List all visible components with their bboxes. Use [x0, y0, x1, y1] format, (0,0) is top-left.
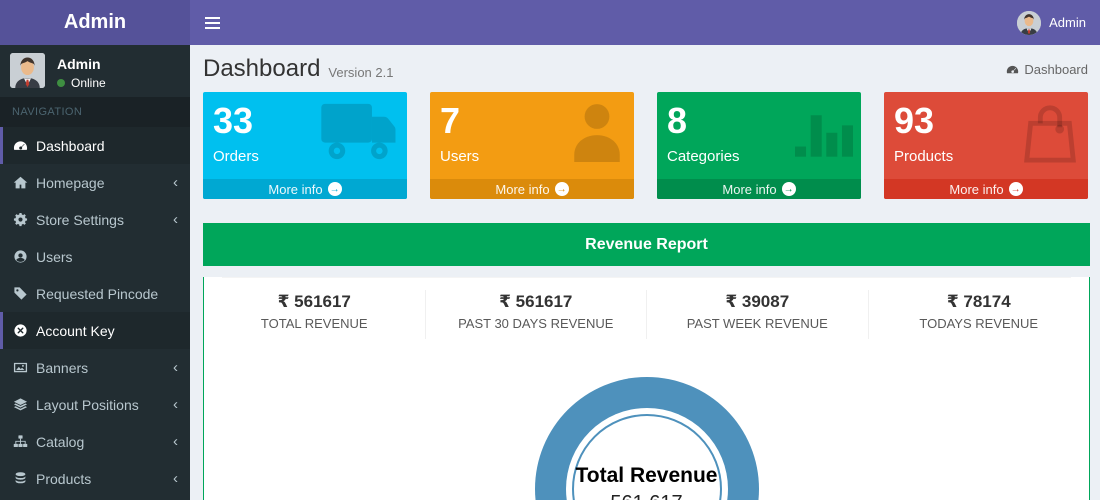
donut-ring: Total Revenue 561,617 [534, 377, 759, 500]
sidebar: Admin Online NAVIGATION Dashboard Homepa… [0, 45, 190, 500]
truck-icon [321, 102, 399, 166]
more-info-link-categories[interactable]: More info [657, 179, 861, 199]
sidebar-item-products[interactable]: Products [0, 460, 190, 497]
user-avatar [1017, 10, 1042, 35]
page-subtitle: Version 2.1 [328, 64, 394, 80]
chevron-left-icon [173, 471, 178, 486]
sidebar-item-requested-pincode[interactable]: Requested Pincode [0, 275, 190, 312]
chevron-left-icon [173, 175, 178, 190]
revenue-stats-row: ₹ 561617 TOTAL REVENUE ₹ 561617 PAST 30 … [204, 290, 1089, 339]
sidebar-item-store-settings[interactable]: Store Settings [0, 201, 190, 238]
arrow-circle-right-icon [1008, 182, 1023, 196]
sidebar-item-dashboard[interactable]: Dashboard [0, 127, 190, 164]
home-icon [13, 175, 28, 190]
info-box-orders: 33 Orders More info [203, 92, 407, 199]
layers-icon [13, 397, 28, 412]
revenue-report-panel: Revenue Report ₹ 561617 TOTAL REVENUE ₹ … [203, 223, 1090, 500]
content-header: Dashboard Version 2.1 Dashboard [190, 45, 1100, 92]
hamburger-icon [204, 16, 220, 19]
image-icon [13, 360, 28, 375]
donut-center-label: Total Revenue [575, 463, 718, 487]
sidebar-menu: Dashboard Homepage Store Settings Users … [0, 127, 190, 497]
stat-todays-revenue: ₹ 78174 TODAYS REVENUE [919, 292, 1039, 331]
sidebar-user-panel: Admin Online [0, 45, 190, 97]
more-info-link-products[interactable]: More info [884, 179, 1088, 199]
sidebar-user-status: Online [57, 76, 106, 90]
page-title: Dashboard [203, 55, 321, 82]
arrow-circle-right-icon [327, 182, 342, 196]
database-icon [13, 471, 28, 486]
chevron-left-icon [173, 360, 178, 375]
stat-total-revenue: ₹ 561617 TOTAL REVENUE [204, 290, 426, 339]
person-icon [568, 102, 626, 167]
user-circle-icon [13, 249, 28, 264]
stat-past-30-days-revenue: ₹ 561617 PAST 30 DAYS REVENUE [426, 290, 647, 339]
dashboard-icon [1006, 63, 1019, 76]
more-info-link-users[interactable]: More info [430, 179, 634, 199]
info-box-products: 93 Products More info [884, 92, 1088, 199]
sidebar-section-label: NAVIGATION [0, 97, 190, 127]
dashboard-icon [13, 138, 28, 153]
sidebar-item-banners[interactable]: Banners [0, 349, 190, 386]
chevron-left-icon [173, 212, 178, 227]
breadcrumb[interactable]: Dashboard [1006, 62, 1088, 77]
info-box-categories: 8 Categories More info [657, 92, 861, 199]
sitemap-icon [13, 434, 28, 449]
bar-chart-icon [795, 114, 853, 162]
sidebar-item-layout-positions[interactable]: Layout Positions [0, 386, 190, 423]
revenue-report-header: Revenue Report [203, 223, 1090, 266]
tag-icon [13, 286, 28, 301]
arrow-circle-right-icon [781, 182, 796, 196]
arrow-circle-right-icon [554, 182, 569, 196]
navbar-main: Admin [190, 0, 1100, 45]
donut-center-value: 561,617 [610, 492, 682, 500]
divider [222, 277, 1071, 278]
main-content: Dashboard Version 2.1 Dashboard 33 Order… [190, 45, 1100, 500]
sidebar-item-users[interactable]: Users [0, 238, 190, 275]
stat-past-week-revenue: ₹ 39087 PAST WEEK REVENUE [647, 290, 869, 339]
times-circle-icon [13, 323, 28, 338]
sidebar-user-name: Admin [57, 56, 101, 72]
breadcrumb-label: Dashboard [1024, 61, 1088, 77]
info-box-users: 7 Users More info [430, 92, 634, 199]
sidebar-toggle-button[interactable] [190, 0, 234, 45]
shopping-bag-icon [1020, 102, 1080, 169]
top-navbar: Admin Admin [0, 0, 1100, 45]
gear-icon [13, 212, 28, 227]
chevron-left-icon [173, 434, 178, 449]
user-menu[interactable]: Admin [1003, 0, 1100, 45]
chevron-left-icon [173, 397, 178, 412]
sidebar-item-account-key[interactable]: Account Key [0, 312, 190, 349]
info-boxes-row: 33 Orders More info → 7 Users More info … [190, 92, 1100, 199]
online-dot-icon [57, 79, 65, 87]
sidebar-user-avatar [10, 53, 45, 88]
more-info-link-orders[interactable]: More info [203, 179, 407, 199]
revenue-report-body: ₹ 561617 TOTAL REVENUE ₹ 561617 PAST 30 … [203, 277, 1090, 500]
user-menu-label: Admin [1049, 15, 1086, 30]
sidebar-item-catalog[interactable]: Catalog [0, 423, 190, 460]
brand-logo[interactable]: Admin [0, 0, 190, 45]
sidebar-item-homepage[interactable]: Homepage [0, 164, 190, 201]
revenue-donut-chart: Total Revenue 561,617 [204, 377, 1089, 500]
